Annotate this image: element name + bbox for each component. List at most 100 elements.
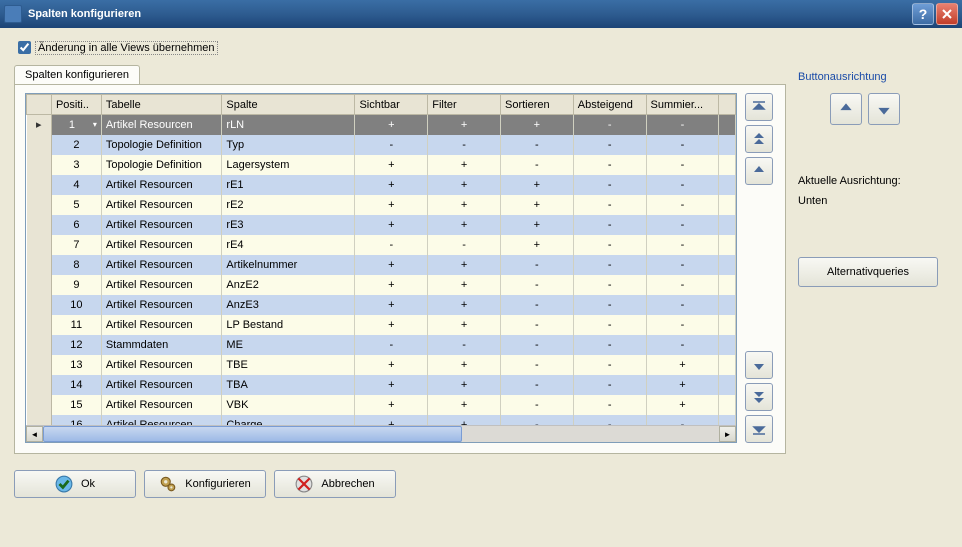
apply-all-views-checkbox[interactable] bbox=[18, 41, 31, 54]
table-row[interactable]: ▸1▾Artikel ResourcenrLN+++-- bbox=[27, 115, 736, 135]
cell-tabelle[interactable]: Artikel Resourcen bbox=[101, 195, 222, 215]
col-position[interactable]: Positi.. bbox=[51, 95, 101, 115]
cell-position[interactable]: 11 bbox=[51, 315, 101, 335]
cell-tabelle[interactable]: Topologie Definition bbox=[101, 135, 222, 155]
cell-position[interactable]: 2 bbox=[51, 135, 101, 155]
cell-absteigend[interactable]: - bbox=[573, 175, 646, 195]
cell-absteigend[interactable]: - bbox=[573, 315, 646, 335]
cell-summieren[interactable]: - bbox=[646, 215, 719, 235]
cell-absteigend[interactable]: - bbox=[573, 395, 646, 415]
cell-summieren[interactable]: - bbox=[646, 275, 719, 295]
cell-spalte[interactable]: rE2 bbox=[222, 195, 355, 215]
configure-button[interactable]: Konfigurieren bbox=[144, 470, 266, 498]
cell-summieren[interactable]: + bbox=[646, 395, 719, 415]
help-button[interactable]: ? bbox=[912, 3, 934, 25]
cell-summieren[interactable]: - bbox=[646, 295, 719, 315]
table-row[interactable]: 10Artikel ResourcenAnzE3++--- bbox=[27, 295, 736, 315]
move-down-button[interactable] bbox=[745, 351, 773, 379]
cell-tabelle[interactable]: Artikel Resourcen bbox=[101, 215, 222, 235]
cell-summieren[interactable]: - bbox=[646, 415, 719, 426]
cell-absteigend[interactable]: - bbox=[573, 255, 646, 275]
cell-position[interactable]: 1▾ bbox=[51, 115, 101, 135]
cell-position[interactable]: 14 bbox=[51, 375, 101, 395]
cell-filter[interactable]: + bbox=[428, 275, 501, 295]
cell-absteigend[interactable]: - bbox=[573, 355, 646, 375]
cell-filter[interactable]: + bbox=[428, 215, 501, 235]
scroll-right-button[interactable]: ► bbox=[719, 426, 736, 442]
cell-position[interactable]: 10 bbox=[51, 295, 101, 315]
cell-absteigend[interactable]: - bbox=[573, 415, 646, 426]
columns-grid[interactable]: Positi.. Tabelle Spalte Sichtbar Filter … bbox=[25, 93, 737, 443]
cell-position[interactable]: 6 bbox=[51, 215, 101, 235]
cell-filter[interactable]: + bbox=[428, 315, 501, 335]
cell-absteigend[interactable]: - bbox=[573, 295, 646, 315]
cell-position[interactable]: 16 bbox=[51, 415, 101, 426]
cell-spalte[interactable]: Lagersystem bbox=[222, 155, 355, 175]
move-up-button[interactable] bbox=[745, 157, 773, 185]
table-row[interactable]: 6Artikel ResourcenrE3+++-- bbox=[27, 215, 736, 235]
cell-sichtbar[interactable]: + bbox=[355, 215, 428, 235]
table-row[interactable]: 5Artikel ResourcenrE2+++-- bbox=[27, 195, 736, 215]
cell-absteigend[interactable]: - bbox=[573, 215, 646, 235]
table-row[interactable]: 9Artikel ResourcenAnzE2++--- bbox=[27, 275, 736, 295]
cell-summieren[interactable]: - bbox=[646, 335, 719, 355]
cell-position[interactable]: 12 bbox=[51, 335, 101, 355]
move-up-fast-button[interactable] bbox=[745, 125, 773, 153]
cell-sortieren[interactable]: - bbox=[501, 155, 574, 175]
cancel-button[interactable]: Abbrechen bbox=[274, 470, 396, 498]
cell-sortieren[interactable]: - bbox=[501, 335, 574, 355]
move-to-top-button[interactable] bbox=[745, 93, 773, 121]
col-sichtbar[interactable]: Sichtbar bbox=[355, 95, 428, 115]
cell-absteigend[interactable]: - bbox=[573, 115, 646, 135]
col-summieren[interactable]: Summier... bbox=[646, 95, 719, 115]
cell-position[interactable]: 13 bbox=[51, 355, 101, 375]
cell-position[interactable]: 3 bbox=[51, 155, 101, 175]
table-row[interactable]: 3Topologie DefinitionLagersystem++--- bbox=[27, 155, 736, 175]
cell-sichtbar[interactable]: + bbox=[355, 275, 428, 295]
cell-absteigend[interactable]: - bbox=[573, 155, 646, 175]
cell-sortieren[interactable]: + bbox=[501, 175, 574, 195]
cell-filter[interactable]: + bbox=[428, 355, 501, 375]
cell-tabelle[interactable]: Artikel Resourcen bbox=[101, 235, 222, 255]
cell-tabelle[interactable]: Artikel Resourcen bbox=[101, 355, 222, 375]
table-row[interactable]: 8Artikel ResourcenArtikelnummer++--- bbox=[27, 255, 736, 275]
cell-absteigend[interactable]: - bbox=[573, 135, 646, 155]
cell-sortieren[interactable]: + bbox=[501, 215, 574, 235]
cell-sortieren[interactable]: - bbox=[501, 255, 574, 275]
cell-position[interactable]: 15 bbox=[51, 395, 101, 415]
col-absteigend[interactable]: Absteigend bbox=[573, 95, 646, 115]
cell-sichtbar[interactable]: + bbox=[355, 155, 428, 175]
cell-summieren[interactable]: + bbox=[646, 375, 719, 395]
cell-spalte[interactable]: ME bbox=[222, 335, 355, 355]
cell-spalte[interactable]: AnzE2 bbox=[222, 275, 355, 295]
cell-absteigend[interactable]: - bbox=[573, 275, 646, 295]
cell-tabelle[interactable]: Artikel Resourcen bbox=[101, 375, 222, 395]
cell-spalte[interactable]: TBA bbox=[222, 375, 355, 395]
cell-sichtbar[interactable]: - bbox=[355, 135, 428, 155]
cell-sichtbar[interactable]: + bbox=[355, 375, 428, 395]
cell-spalte[interactable]: Typ bbox=[222, 135, 355, 155]
cell-filter[interactable]: + bbox=[428, 195, 501, 215]
cell-filter[interactable]: + bbox=[428, 375, 501, 395]
move-down-fast-button[interactable] bbox=[745, 383, 773, 411]
cell-summieren[interactable]: - bbox=[646, 175, 719, 195]
cell-summieren[interactable]: - bbox=[646, 315, 719, 335]
close-button[interactable] bbox=[936, 3, 958, 25]
cell-spalte[interactable]: LP Bestand bbox=[222, 315, 355, 335]
cell-spalte[interactable]: rLN bbox=[222, 115, 355, 135]
scroll-thumb[interactable] bbox=[43, 426, 462, 442]
cell-filter[interactable]: + bbox=[428, 115, 501, 135]
scroll-track[interactable] bbox=[43, 426, 719, 442]
cell-tabelle[interactable]: Artikel Resourcen bbox=[101, 275, 222, 295]
cell-sichtbar[interactable]: + bbox=[355, 255, 428, 275]
cell-position[interactable]: 7 bbox=[51, 235, 101, 255]
table-row[interactable]: 7Artikel ResourcenrE4--+-- bbox=[27, 235, 736, 255]
cell-summieren[interactable]: - bbox=[646, 255, 719, 275]
cell-tabelle[interactable]: Topologie Definition bbox=[101, 155, 222, 175]
cell-filter[interactable]: + bbox=[428, 175, 501, 195]
cell-filter[interactable]: + bbox=[428, 255, 501, 275]
cell-absteigend[interactable]: - bbox=[573, 375, 646, 395]
align-down-button[interactable] bbox=[868, 93, 900, 125]
cell-sichtbar[interactable]: - bbox=[355, 335, 428, 355]
cell-tabelle[interactable]: Artikel Resourcen bbox=[101, 175, 222, 195]
